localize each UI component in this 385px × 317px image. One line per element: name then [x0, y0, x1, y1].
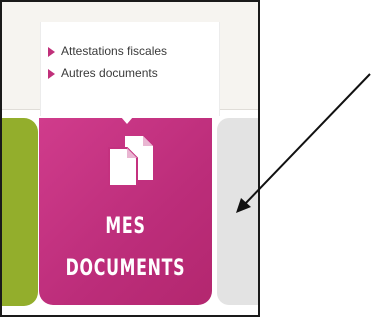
tile-label-line1: MES — [105, 214, 146, 239]
documents-icon — [108, 136, 153, 186]
tile-gray[interactable] — [217, 118, 258, 305]
screenshot-frame: Attestations fiscales Autres documents M… — [0, 0, 260, 317]
mes-documents-tile[interactable]: MES DOCUMENTS — [39, 117, 212, 305]
dropdown-item-label: Attestations fiscales — [61, 44, 168, 58]
dropdown-item-autres-documents[interactable]: Autres documents — [48, 66, 158, 80]
tile-label-line2: DOCUMENTS — [65, 256, 186, 281]
documents-dropdown-menu: Attestations fiscales Autres documents — [40, 22, 220, 116]
tile-green[interactable] — [2, 118, 38, 306]
triangle-bullet-icon — [48, 47, 55, 57]
dropdown-item-label: Autres documents — [61, 66, 158, 80]
dropdown-pointer — [121, 117, 133, 124]
dropdown-item-attestations-fiscales[interactable]: Attestations fiscales — [48, 44, 168, 58]
triangle-bullet-icon — [48, 69, 55, 79]
